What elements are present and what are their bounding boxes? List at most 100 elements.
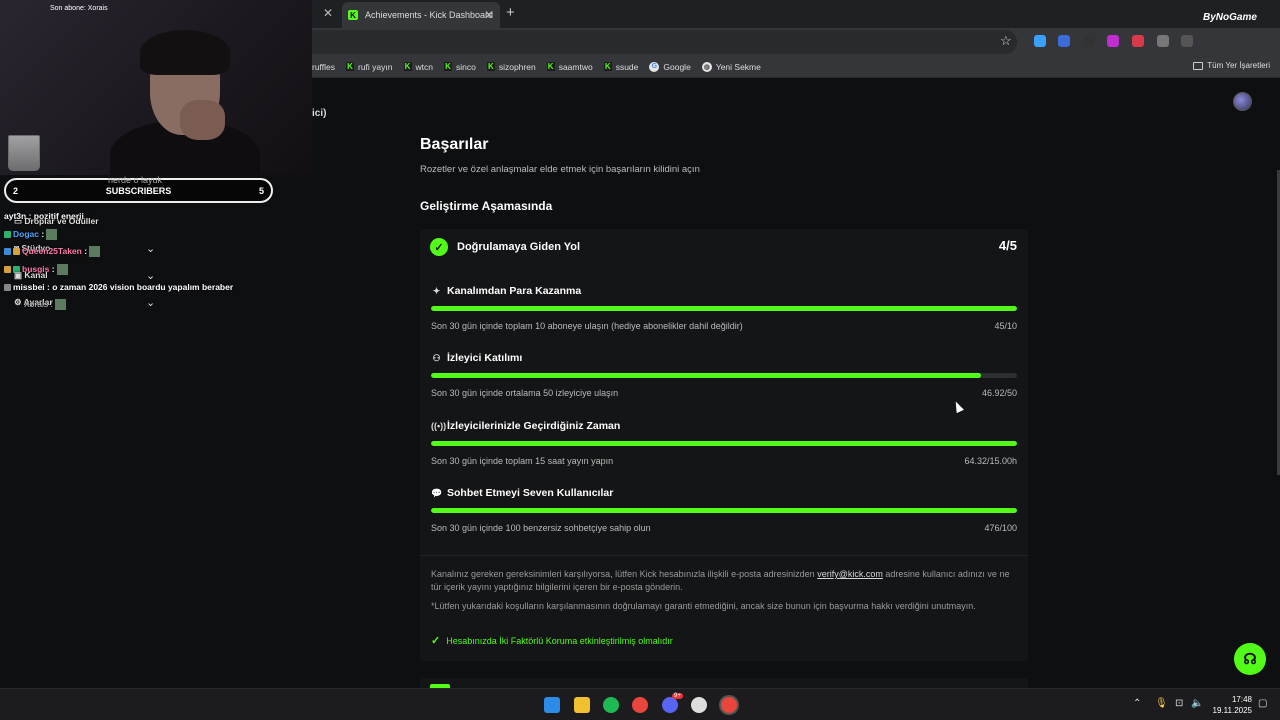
progress-fill — [431, 508, 1017, 513]
tray-chevron-icon[interactable]: ⌃ — [1133, 698, 1141, 709]
chevron-down-icon[interactable]: ⌄ — [146, 269, 155, 282]
webcam-hand — [180, 100, 225, 140]
recycle-bin-icon[interactable] — [8, 135, 40, 171]
bookmark-label: wtcn — [415, 61, 433, 72]
tab-achievements[interactable]: K Achievements - Kick Dashboard ✕ — [342, 2, 500, 28]
chrome-icon[interactable] — [632, 697, 648, 713]
page-subtitle: Rozetler ve özel anlaşmalar elde etmek i… — [420, 164, 700, 175]
chat-text: : — [51, 264, 55, 274]
support-chat-button[interactable]: ☊ — [1234, 643, 1266, 675]
address-input[interactable] — [312, 30, 1017, 54]
kick-favicon-icon: K — [546, 62, 555, 71]
verified-check-icon: ✓ — [430, 238, 448, 256]
chevron-down-icon[interactable]: ⌄ — [146, 242, 155, 255]
windows-start-icon[interactable] — [544, 697, 560, 713]
progress-fill — [431, 441, 1017, 446]
bookmark-label: saamtwo — [558, 61, 593, 72]
new-tab-button[interactable]: + — [506, 4, 515, 21]
progress-bar — [431, 508, 1017, 513]
app-icon[interactable] — [691, 697, 707, 713]
emote-icon — [56, 264, 68, 276]
address-bar-row: ☆ — [312, 28, 1280, 56]
card-title: Doğrulamaya Giden Yol — [457, 241, 581, 253]
all-bookmarks-label: Tüm Yer İşaretleri — [1207, 61, 1270, 70]
extension-icon[interactable] — [1058, 35, 1070, 47]
bookmark-sinco[interactable]: Ksinco — [443, 61, 476, 72]
sub-goal-label: SUBSCRIBERS — [105, 185, 172, 196]
menu-item-drops[interactable]: ▭ Droplar ve Ödüller — [14, 216, 99, 227]
extension-icon[interactable] — [1132, 35, 1144, 47]
chat-message: Dogac : — [4, 229, 58, 241]
avatar[interactable] — [1233, 92, 1252, 111]
verify-email-link[interactable]: verify@kick.com — [817, 569, 883, 579]
bookmark-saamtwo[interactable]: Ksaamtwo — [546, 61, 593, 72]
all-bookmarks[interactable]: Tüm Yer İşaretleri — [1193, 61, 1270, 70]
bookmark-wtcn[interactable]: Kwtcn — [403, 61, 433, 72]
checkmark-icon: ✓ — [431, 635, 441, 647]
extension-icon[interactable] — [1083, 35, 1095, 47]
progress-bar — [431, 306, 1017, 311]
bookmark-ssude[interactable]: Kssude — [603, 62, 638, 72]
close-tab-icon[interactable]: ✕ — [484, 8, 494, 22]
clock[interactable]: 17:48 19.11.2025 — [1206, 694, 1252, 716]
two-factor-requirement: ✓ Hesabınızda İki Faktörlü Koruma etkinl… — [431, 634, 673, 647]
clock-date: 19.11.2025 — [1212, 706, 1252, 715]
extension-icon[interactable] — [1107, 35, 1119, 47]
bookmark-sizophren[interactable]: Ksizophren — [486, 62, 536, 72]
microphone-icon[interactable]: 🎙 — [1155, 698, 1168, 709]
google-icon: G — [649, 61, 660, 72]
chrome-active-icon[interactable] — [721, 697, 737, 713]
bookmark-label: rufi yayın — [358, 61, 393, 72]
item-description: Son 30 gün içinde toplam 15 saat yayın y… — [431, 456, 614, 466]
chat-text: : — [84, 246, 88, 256]
item-title: Sohbet Etmeyi Seven Kullanıcılar — [447, 487, 614, 499]
extensions-puzzle-icon[interactable] — [1181, 35, 1193, 47]
gear-icon: ⚙ — [14, 297, 24, 307]
badge-icon — [13, 248, 20, 256]
last-subscriber: Son abone: Xorais — [50, 5, 108, 12]
disclaimer-note: *Lütfen yukarıdaki koşulların karşılanma… — [431, 601, 976, 611]
two-factor-label: Hesabınızda İki Faktörlü Koruma etkinleş… — [446, 635, 673, 646]
emote-icon — [54, 299, 66, 311]
item-value: 46.92/50 — [981, 388, 1017, 398]
badge-icon — [4, 248, 11, 256]
emote-icon — [46, 229, 58, 241]
bookmark-new-tab[interactable]: ◍ Yeni Sekme — [701, 61, 761, 72]
broadcast-icon: ((•)) — [431, 421, 447, 431]
item-value: 476/100 — [984, 523, 1017, 533]
discord-icon[interactable] — [662, 697, 678, 713]
kick-favicon-icon: K — [603, 62, 612, 71]
menu-item-channel[interactable]: ▣ Kanal — [14, 270, 48, 281]
badge-icon — [4, 284, 11, 292]
webcam-overlay: Son abone: Xorais — [0, 0, 312, 175]
page-title: Başarılar — [420, 136, 489, 153]
network-icon[interactable]: ⊡ — [1175, 698, 1183, 709]
chat-user: Queen25Taken — [22, 246, 82, 256]
bookmark-label: sinco — [455, 61, 476, 72]
volume-icon[interactable]: 🔈 — [1191, 698, 1203, 709]
close-tab-icon[interactable]: ✕ — [323, 6, 333, 20]
taskbar: 9+ ⌃ 🎙 ⊡ 🔈 17:48 19.11.2025 ▢ — [0, 688, 1280, 720]
spotify-icon[interactable] — [603, 697, 619, 713]
file-explorer-icon[interactable] — [574, 697, 590, 713]
item-value: 45/10 — [994, 321, 1017, 331]
extension-icon[interactable] — [1034, 35, 1046, 47]
kick-favicon-icon: K — [348, 10, 358, 20]
kick-favicon-icon: K — [443, 62, 452, 71]
bookmark-rufi[interactable]: Krufi yayın — [346, 62, 393, 72]
bookmark-star-icon[interactable]: ☆ — [1000, 33, 1012, 49]
achievement-item: ✦ Kanalımdan Para Kazanma Son 30 gün için… — [431, 285, 1017, 345]
bookmark-label: Google — [663, 61, 691, 72]
bookmark-google[interactable]: G Google — [649, 61, 691, 72]
chevron-down-icon[interactable]: ⌄ — [146, 296, 155, 309]
bookmarks-bar: ruffles Krufi yayın Kwtcn Ksinco Ksizoph… — [312, 56, 1280, 78]
chat-user: Dogac — [13, 229, 39, 239]
notification-icon[interactable]: ▢ — [1258, 698, 1267, 709]
chat-text: : o zaman 2026 vision boardu yapalım ber… — [47, 282, 234, 292]
bookmark-label: Yeni Sekme — [715, 61, 761, 72]
chat-user: Xorais — [24, 299, 49, 309]
bookmark-ruffles[interactable]: ruffles — [312, 62, 335, 72]
globe-icon: ◍ — [701, 61, 712, 72]
badge-icon — [4, 266, 11, 274]
extension-icon[interactable] — [1157, 35, 1169, 47]
